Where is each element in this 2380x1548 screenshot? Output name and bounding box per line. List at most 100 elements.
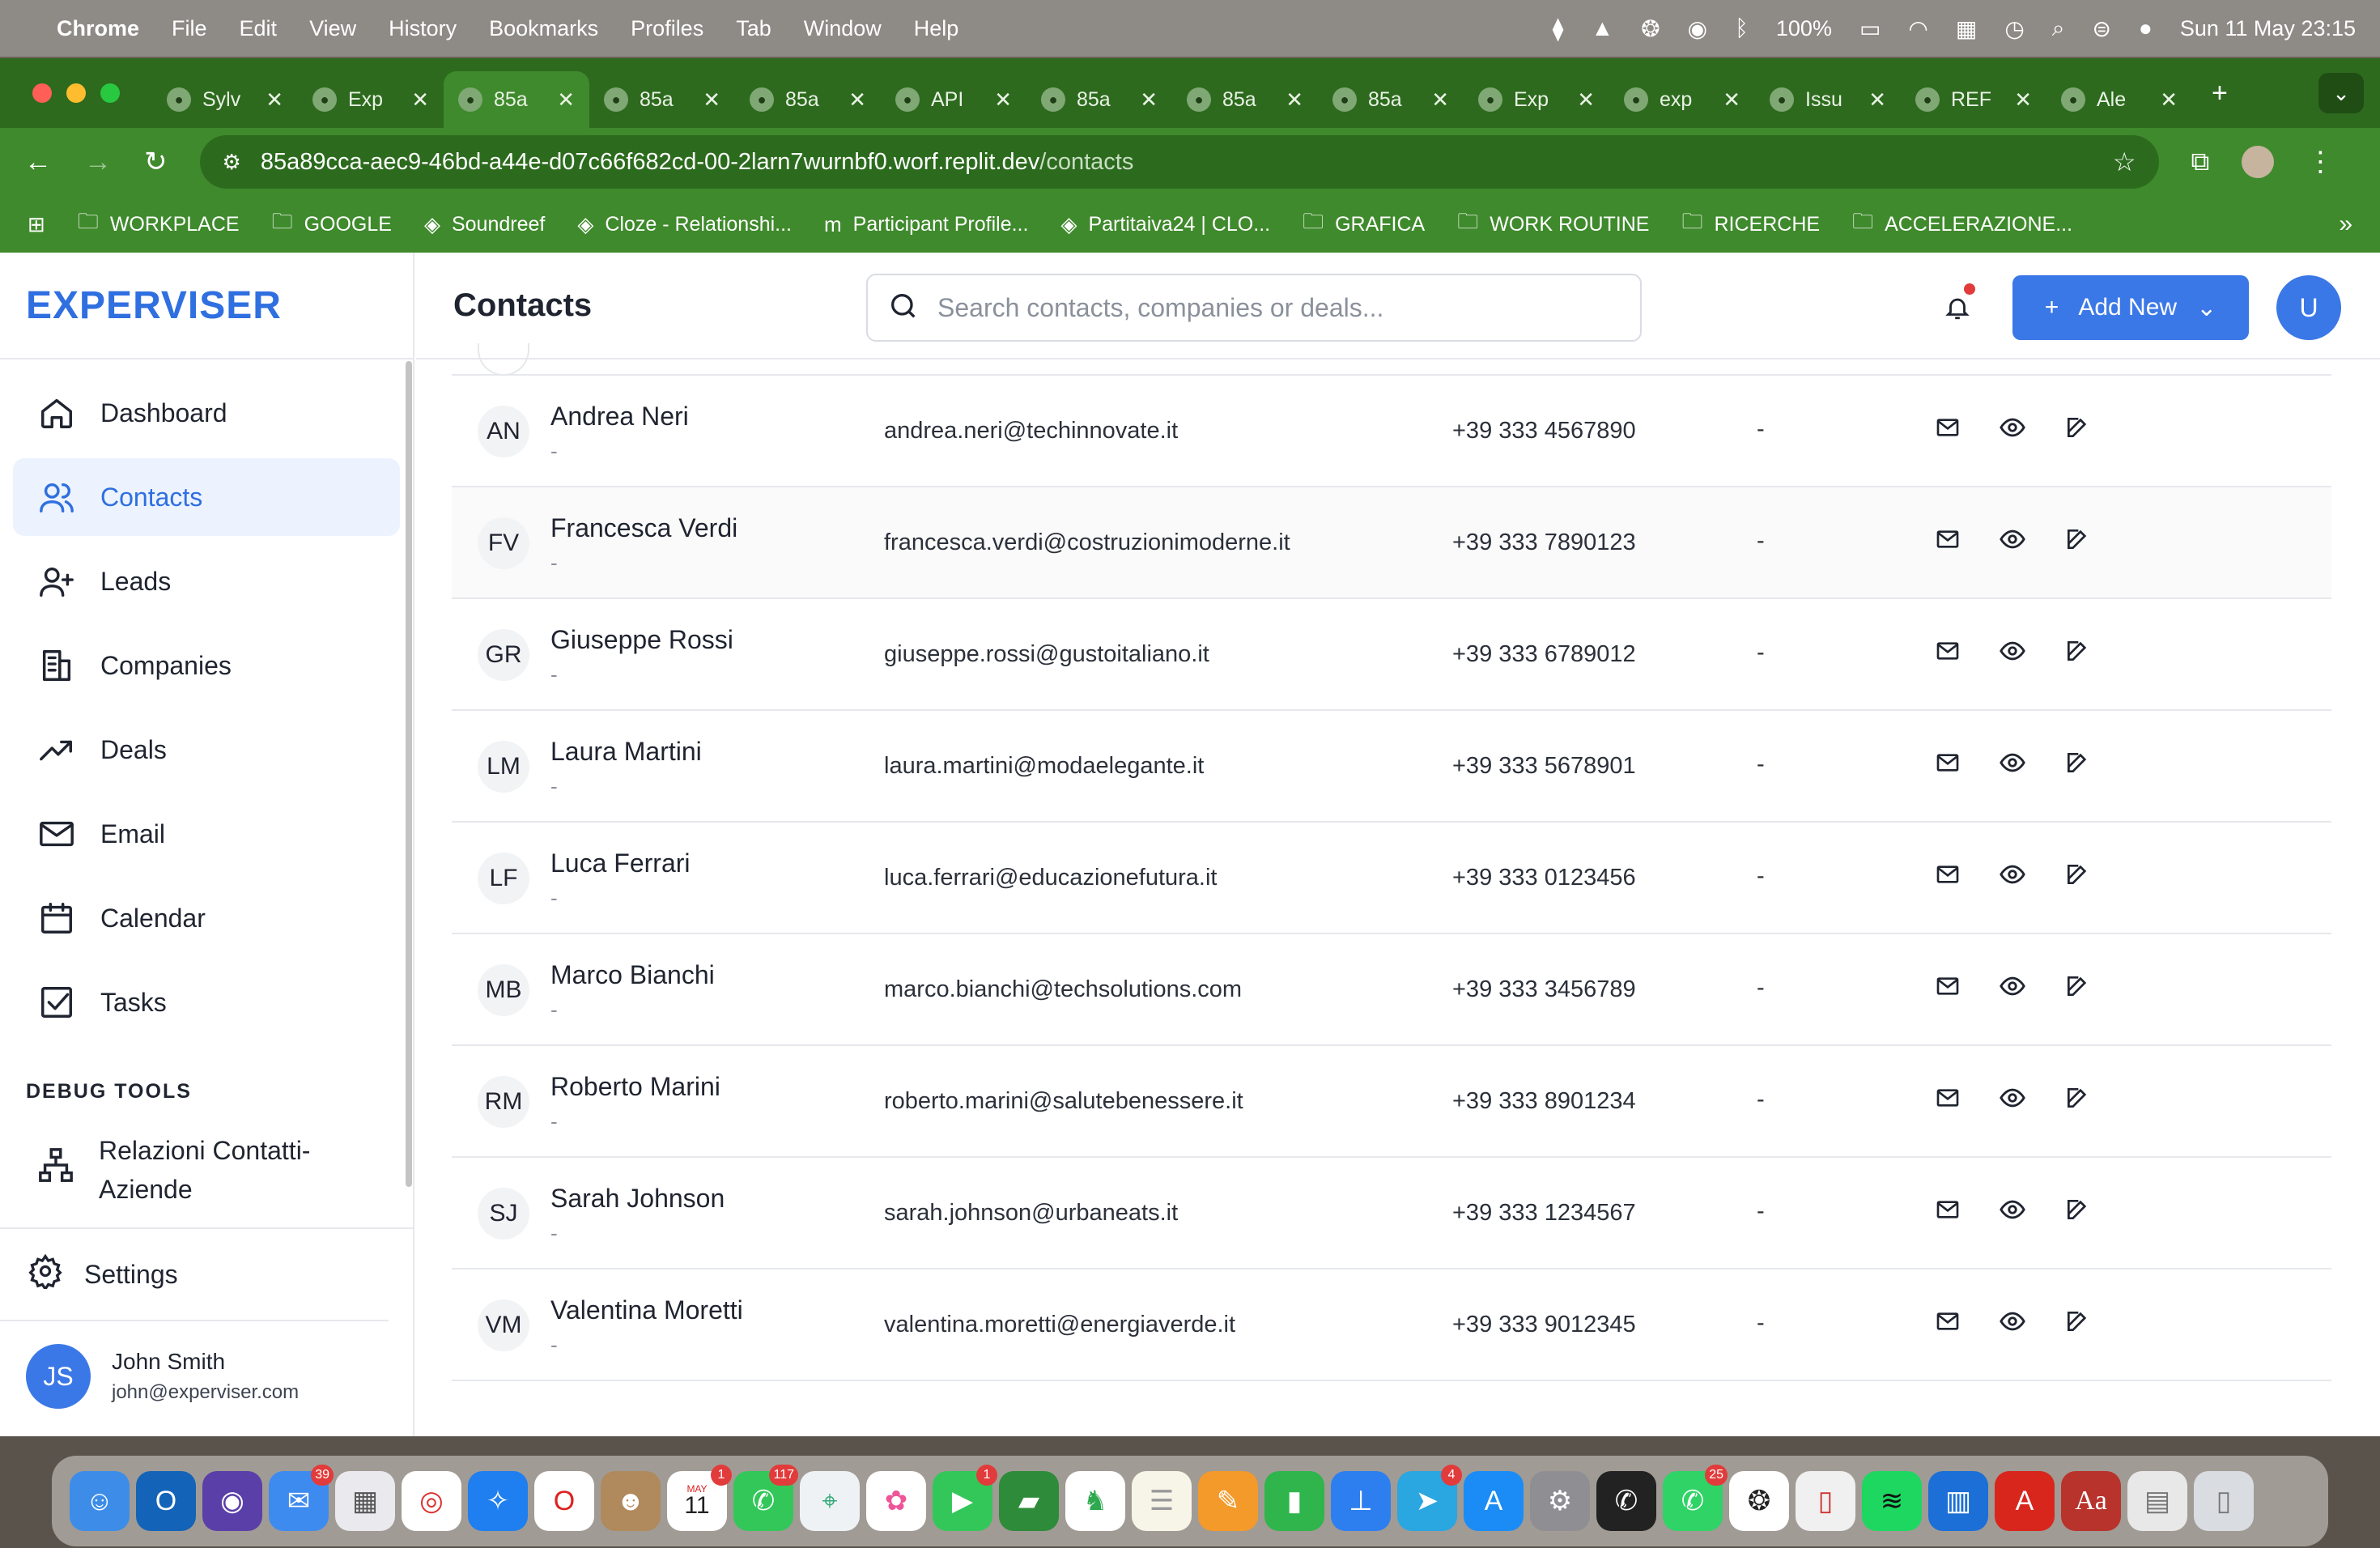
pages-icon[interactable]: ✎ bbox=[1198, 1471, 1258, 1531]
airdrop-icon[interactable]: ◉ bbox=[1688, 15, 1707, 42]
browser-tab[interactable]: ● Exp ✕ bbox=[298, 71, 444, 128]
maps-icon[interactable]: ⌖ bbox=[800, 1471, 860, 1531]
browser-tab[interactable]: ● Exp ✕ bbox=[1464, 71, 1609, 128]
search-box[interactable] bbox=[866, 274, 1642, 342]
facetime-icon[interactable]: ▶ 1 bbox=[933, 1465, 997, 1531]
zoom-window-button[interactable] bbox=[100, 83, 120, 103]
browser-tab[interactable]: ● 85a ✕ bbox=[1172, 71, 1318, 128]
sidebar-item-deals[interactable]: Deals bbox=[13, 711, 400, 789]
browser-tab[interactable]: ● 85a ✕ bbox=[1026, 71, 1172, 128]
sidebar-item-leads[interactable]: Leads bbox=[13, 542, 400, 620]
view-icon[interactable] bbox=[1998, 1307, 2027, 1336]
menu-history[interactable]: History bbox=[389, 16, 457, 41]
phone-icon[interactable]: ✆ bbox=[1596, 1471, 1656, 1531]
edit-icon[interactable] bbox=[2063, 748, 2092, 777]
close-tab-icon[interactable]: ✕ bbox=[2160, 87, 2178, 113]
send-email-icon[interactable] bbox=[1933, 525, 1962, 554]
contact-name[interactable]: Roberto Marini bbox=[550, 1072, 720, 1102]
mail-icon[interactable]: ✉ 39 bbox=[269, 1465, 334, 1531]
new-tab-button[interactable]: + bbox=[2212, 78, 2228, 109]
table-row[interactable]: RM Roberto Marini - roberto.marini@salut… bbox=[452, 1046, 2331, 1158]
table-row[interactable]: GR Giuseppe Rossi - giuseppe.rossi@gusto… bbox=[452, 599, 2331, 711]
app-store-icon[interactable]: A bbox=[1464, 1471, 1524, 1531]
contact-name[interactable]: Laura Martini bbox=[550, 737, 702, 767]
view-icon[interactable] bbox=[1998, 1195, 2027, 1224]
send-email-icon[interactable] bbox=[1933, 636, 1962, 666]
downloads-stack-icon[interactable]: ▤ bbox=[2127, 1471, 2187, 1531]
browser-tab[interactable]: ● 85a ✕ bbox=[735, 71, 881, 128]
apps-grid-icon[interactable]: ⊞ bbox=[28, 212, 45, 237]
browser-tab[interactable]: ● 85a ✕ bbox=[444, 71, 589, 128]
table-row[interactable]: SJ Sarah Johnson - sarah.johnson@urbanea… bbox=[452, 1158, 2331, 1269]
sidebar-item-email[interactable]: Email bbox=[13, 795, 400, 873]
close-tab-icon[interactable]: ✕ bbox=[1723, 87, 1740, 113]
trash-icon[interactable]: ▯ bbox=[2194, 1471, 2254, 1531]
calendar-app-icon[interactable]: MAY 11 1 bbox=[667, 1465, 732, 1531]
bookmark-item[interactable]: m Participant Profile... bbox=[824, 206, 1028, 242]
battery-icon[interactable]: ▭ bbox=[1859, 15, 1881, 42]
contact-name[interactable]: Luca Ferrari bbox=[550, 848, 691, 878]
bookmark-star-icon[interactable]: ☆ bbox=[2113, 147, 2136, 177]
menu-help[interactable]: Help bbox=[914, 16, 959, 41]
siri-dock-icon[interactable]: ◉ bbox=[202, 1471, 262, 1531]
sidebar-item-tasks[interactable]: Tasks bbox=[13, 963, 400, 1041]
browser-tab[interactable]: ● Issu ✕ bbox=[1755, 71, 1901, 128]
send-email-icon[interactable] bbox=[1933, 1307, 1962, 1336]
view-icon[interactable] bbox=[1998, 1083, 2027, 1112]
bookmark-item[interactable]: ◈ Cloze - Relationshi... bbox=[577, 206, 792, 242]
browser-tab[interactable]: ● Sylv ✕ bbox=[152, 71, 298, 128]
browser-tab[interactable]: ● 85a ✕ bbox=[589, 71, 735, 128]
close-tab-icon[interactable]: ✕ bbox=[1577, 87, 1595, 113]
edit-icon[interactable] bbox=[2063, 636, 2092, 666]
reload-button[interactable]: ↻ bbox=[144, 146, 168, 178]
view-icon[interactable] bbox=[1998, 413, 2027, 442]
browser-tab[interactable]: ● exp ✕ bbox=[1609, 71, 1755, 128]
contact-name[interactable]: Giuseppe Rossi bbox=[550, 625, 733, 655]
sidebar-scrollbar[interactable] bbox=[406, 361, 412, 1187]
menu-profiles[interactable]: Profiles bbox=[631, 16, 703, 41]
opera-icon[interactable]: O bbox=[534, 1471, 594, 1531]
sidebar-item-dashboard[interactable]: Dashboard bbox=[13, 374, 400, 452]
sidebar-item-calendar[interactable]: Calendar bbox=[13, 879, 400, 957]
add-new-button[interactable]: + Add New ⌄ bbox=[2012, 275, 2249, 340]
close-tab-icon[interactable]: ✕ bbox=[1140, 87, 1158, 113]
sidebar-item-companies[interactable]: Companies bbox=[13, 627, 400, 704]
close-tab-icon[interactable]: ✕ bbox=[703, 87, 720, 113]
contact-name[interactable]: Sarah Johnson bbox=[550, 1184, 725, 1214]
outlook-icon[interactable]: O bbox=[136, 1471, 196, 1531]
table-row[interactable]: MB Marco Bianchi - marco.bianchi@techsol… bbox=[452, 934, 2331, 1046]
bookmark-item[interactable]: 🗀 WORKPLACE bbox=[78, 206, 240, 242]
dictionary-icon[interactable]: Aa bbox=[2061, 1471, 2121, 1531]
extensions-icon[interactable]: ⧉ bbox=[2191, 147, 2210, 177]
bookmark-item[interactable]: 🗀 ACCELERAZIONE... bbox=[1852, 206, 2072, 242]
finder-icon[interactable]: ☺ bbox=[70, 1471, 130, 1531]
user-profile[interactable]: JS John Smith john@experviser.com bbox=[0, 1321, 414, 1409]
contact-name[interactable]: Marco Bianchi bbox=[550, 960, 715, 990]
evernote-icon[interactable]: ♞ bbox=[1065, 1471, 1125, 1531]
user-avatar-button[interactable]: U bbox=[2276, 275, 2341, 340]
trello-icon[interactable]: ▥ bbox=[1928, 1471, 1988, 1531]
keynote-icon[interactable]: ⊥ bbox=[1331, 1471, 1391, 1531]
forward-button[interactable]: → bbox=[84, 147, 112, 178]
settings-link[interactable]: Settings bbox=[0, 1229, 389, 1321]
table-row[interactable]: LM Laura Martini - laura.martini@modaele… bbox=[452, 711, 2331, 823]
send-email-icon[interactable] bbox=[1933, 1195, 1962, 1224]
site-info-icon[interactable]: ⚙ bbox=[223, 150, 241, 175]
contacts-app-icon[interactable]: ☻ bbox=[601, 1471, 661, 1531]
bookmark-item[interactable]: 🗀 WORK ROUTINE bbox=[1457, 206, 1649, 242]
menu-app-name[interactable]: Chrome bbox=[57, 16, 139, 41]
edit-icon[interactable] bbox=[2063, 860, 2092, 889]
menu-bookmarks[interactable]: Bookmarks bbox=[489, 16, 598, 41]
minimize-window-button[interactable] bbox=[66, 83, 86, 103]
close-tab-icon[interactable]: ✕ bbox=[1868, 87, 1886, 113]
spotify-icon[interactable]: ≋ bbox=[1862, 1471, 1922, 1531]
tab-search-button[interactable]: ⌄ bbox=[2318, 73, 2364, 113]
menu-tab[interactable]: Tab bbox=[736, 16, 771, 41]
iphone-mirroring-icon[interactable]: ▯ bbox=[1796, 1471, 1855, 1531]
close-tab-icon[interactable]: ✕ bbox=[557, 87, 575, 113]
bookmark-item[interactable]: 🗀 GRAFICA bbox=[1303, 206, 1425, 242]
chat-icon[interactable]: ▰ bbox=[999, 1471, 1059, 1531]
browser-tab[interactable]: ● API ✕ bbox=[881, 71, 1026, 128]
control-center-icon[interactable]: ⊜ bbox=[2092, 15, 2110, 42]
sidebar-item-relazioni[interactable]: Relazioni Contatti-Aziende bbox=[0, 1104, 413, 1209]
